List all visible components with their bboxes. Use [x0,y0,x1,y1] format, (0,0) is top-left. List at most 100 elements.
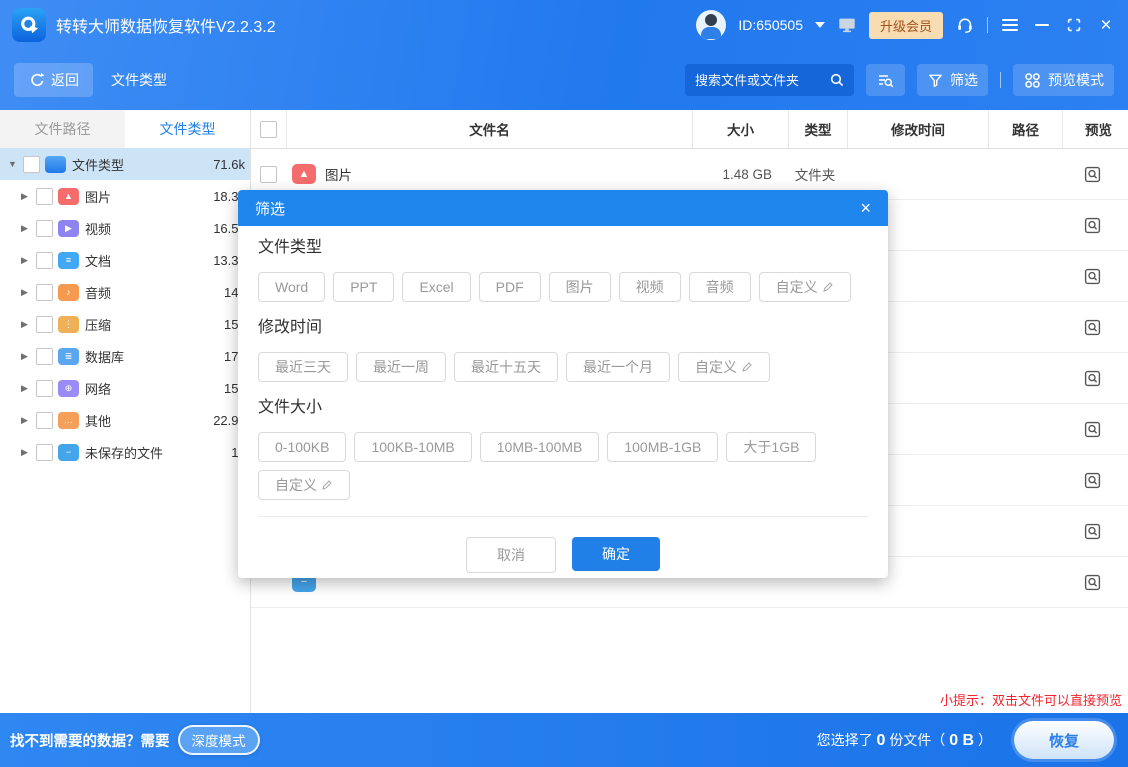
checkbox[interactable] [36,316,53,333]
back-arrow-icon [28,72,45,89]
checkbox[interactable] [36,284,53,301]
monitor-icon[interactable] [837,15,857,35]
tree-toggle-icon[interactable]: ▶ [21,383,36,394]
search-list-button[interactable] [866,64,905,96]
filter-chip[interactable]: 最近三天 [258,352,348,382]
maximize-icon[interactable] [1064,15,1084,35]
filter-chip-custom[interactable]: 自定义 [678,352,770,382]
column-header-mtime[interactable]: 修改时间 [847,110,988,148]
filter-chip[interactable]: 音频 [689,272,751,302]
statusbar: 找不到需要的数据？需要 深度模式 您选择了 0 份文件（ 0 B ） 恢复 [0,713,1128,767]
tree-item[interactable]: ▶ ⋮ 压缩 15k [0,308,250,340]
filter-button[interactable]: 筛选 [917,64,988,96]
tree-toggle-icon[interactable]: ▶ [21,447,36,458]
filter-chip[interactable]: 0-100KB [258,432,346,462]
tree-toggle-icon[interactable]: ▶ [21,287,36,298]
column-header-path[interactable]: 路径 [988,110,1062,148]
sidebar: 文件路径 文件类型 ▼ 文件类型 71.6k ▶ [0,110,251,713]
tree-item[interactable]: ▶ ≡ 文档 13.3k [0,244,250,276]
filter-chip[interactable]: PDF [479,272,541,302]
checkbox[interactable] [23,156,40,173]
menu-icon[interactable] [1000,15,1020,35]
search-box[interactable] [685,64,854,96]
tree-toggle-icon[interactable]: ▼ [8,159,23,169]
tree-item[interactable]: ▶ ♪ 音频 14k [0,276,250,308]
back-button[interactable]: 返回 [14,63,93,97]
preview-button[interactable] [1057,522,1128,541]
tree-item-label: 图片 [85,187,111,206]
tree-toggle-icon[interactable]: ▶ [21,351,36,362]
tree-toggle-icon[interactable]: ▶ [21,319,36,330]
filter-chip[interactable]: 最近一周 [356,352,446,382]
filter-chip[interactable]: Excel [402,272,470,302]
chevron-down-icon[interactable] [815,22,825,28]
column-header-size[interactable]: 大小 [692,110,788,148]
tree-toggle-icon[interactable]: ▶ [21,223,36,234]
minimize-icon[interactable] [1032,15,1052,35]
sidebar-tab[interactable]: 文件类型 [125,110,250,148]
sidebar-tab[interactable]: 文件路径 [0,110,125,148]
filter-chip[interactable]: 100MB-1GB [607,432,718,462]
checkbox[interactable] [36,220,53,237]
checkbox[interactable] [36,348,53,365]
filter-chip[interactable]: 最近十五天 [454,352,558,382]
tree-toggle-icon[interactable]: ▶ [21,255,36,266]
preview-button[interactable] [1057,369,1128,388]
filter-chip[interactable]: 最近一个月 [566,352,670,382]
checkbox[interactable] [36,252,53,269]
recover-button[interactable]: 恢复 [1014,721,1114,759]
column-header-filename[interactable]: 文件名 [286,110,692,148]
checkbox[interactable] [36,188,53,205]
filter-chip[interactable]: 图片 [549,272,611,302]
file-size: 1.48 GB [691,167,786,182]
checkbox[interactable] [36,444,53,461]
tree-item[interactable]: ▶ − 未保存的文件 1k [0,436,250,468]
user-avatar[interactable] [696,10,726,40]
filter-chip[interactable]: 10MB-100MB [480,432,600,462]
tree-toggle-icon[interactable]: ▶ [21,415,36,426]
table-header: 文件名 大小 类型 修改时间 路径 预览 [251,110,1128,149]
checkbox[interactable] [36,380,53,397]
close-icon[interactable]: × [1096,15,1116,35]
tree-item[interactable]: ▶ ▶ 视频 16.5k [0,212,250,244]
filter-chip[interactable]: 视频 [619,272,681,302]
tree-item[interactable]: ▶ ▲ 图片 18.3k [0,180,250,212]
filter-chip[interactable]: Word [258,272,325,302]
file-type-icon: ⊕ [58,380,79,397]
filter-chip-custom[interactable]: 自定义 [258,470,350,500]
customer-service-icon[interactable] [955,15,975,35]
preview-mode-button[interactable]: 预览模式 [1013,64,1114,96]
preview-button[interactable] [1057,471,1128,490]
select-all-checkbox[interactable] [260,121,277,138]
checkbox[interactable] [36,412,53,429]
preview-icon [1083,471,1102,490]
tree-item[interactable]: ▼ 文件类型 71.6k [0,148,250,180]
column-header-preview[interactable]: 预览 [1062,110,1128,148]
preview-button[interactable] [1057,216,1128,235]
pencil-icon [321,479,333,491]
tree-item[interactable]: ▶ … 其他 22.9k [0,404,250,436]
checkbox[interactable] [260,166,277,183]
preview-icon [1083,165,1102,184]
tree-toggle-icon[interactable]: ▶ [21,191,36,202]
preview-button[interactable] [1057,420,1128,439]
filter-chip[interactable]: 100KB-10MB [354,432,471,462]
column-header-type[interactable]: 类型 [788,110,847,148]
preview-button[interactable] [1057,318,1128,337]
deep-mode-button[interactable]: 深度模式 [178,725,260,755]
confirm-button[interactable]: 确定 [572,537,660,571]
tree-item[interactable]: ▶ ≣ 数据库 17k [0,340,250,372]
preview-button[interactable] [1057,573,1128,592]
tree-item-count: 71.6k [213,157,250,172]
upgrade-vip-button[interactable]: 升级会员 [869,12,943,39]
cancel-button[interactable]: 取消 [466,537,556,573]
filter-chip[interactable]: PPT [333,272,394,302]
close-icon[interactable]: × [860,199,871,217]
preview-button[interactable] [1057,165,1128,184]
preview-button[interactable] [1057,267,1128,286]
filter-chip-custom[interactable]: 自定义 [759,272,851,302]
search-icon[interactable] [828,71,846,89]
search-input[interactable] [693,72,828,89]
tree-item[interactable]: ▶ ⊕ 网络 15k [0,372,250,404]
filter-chip[interactable]: 大于1GB [726,432,816,462]
